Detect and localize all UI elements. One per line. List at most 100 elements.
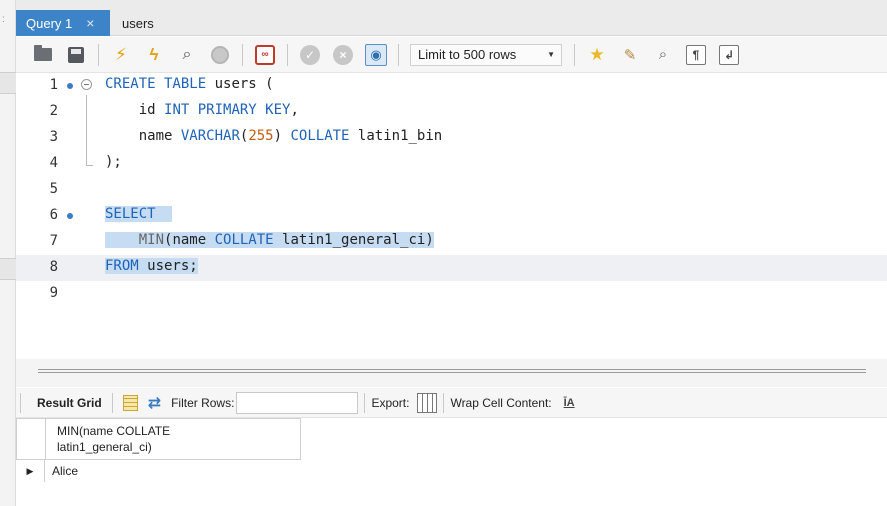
table-cell[interactable]: Alice <box>52 464 78 478</box>
line-number: 6 <box>49 207 58 223</box>
result-toolbar: Result Grid ⇄ Filter Rows: Export: Wrap … <box>16 388 887 418</box>
invisible-chars-icon[interactable]: ¶ <box>685 44 707 66</box>
keyword: VARCHAR <box>180 128 240 144</box>
column-header[interactable]: MIN(name COLLATE latin1_general_ci) <box>57 423 297 455</box>
sql-editor-toolbar: ⚡ ϟ ⌕ ∞ ✓ × ◉ Limit to 500 rows ▼ ★ ✎ ⌕ … <box>16 37 887 73</box>
code-token: , <box>290 102 299 118</box>
number-literal: 255 <box>248 128 274 144</box>
code-line: 3 name VARCHAR(255) COLLATE latin1_bin <box>16 125 887 151</box>
filter-rows-label: Filter Rows: <box>171 395 235 410</box>
find-icon[interactable]: ⌕ <box>652 44 674 66</box>
toolbar-divider <box>574 43 575 66</box>
keyword: FROM <box>105 258 139 274</box>
panel-splitter[interactable] <box>16 359 887 387</box>
code-line: 2 id INT PRIMARY KEY, <box>16 99 887 125</box>
column-header-line: MIN(name COLLATE <box>57 424 171 438</box>
bookmark-icon[interactable]: ★ <box>586 44 608 66</box>
code-token: users ( <box>206 76 274 92</box>
filter-rows-input[interactable] <box>236 391 359 414</box>
result-grid-tab[interactable]: Result Grid <box>27 396 106 410</box>
code-token: (name <box>164 232 215 248</box>
result-grid: MIN(name COLLATE latin1_general_ci) ▶ Al… <box>16 418 887 506</box>
table-row[interactable]: ▶ Alice <box>16 460 301 482</box>
refresh-icon[interactable]: ⇄ <box>148 393 161 413</box>
line-number: 2 <box>49 103 58 119</box>
limit-rows-value: Limit to 500 rows <box>418 47 517 62</box>
keyword: CREATE TABLE <box>105 76 207 92</box>
keyword: SELECT <box>105 206 156 222</box>
keyword: COLLATE <box>290 128 350 144</box>
code-token: name <box>138 128 181 144</box>
column-header-line: latin1_general_ci) <box>57 440 152 454</box>
statement-dot-icon <box>67 213 73 219</box>
line-number: 5 <box>49 181 58 197</box>
side-panel-marker <box>0 258 16 280</box>
fold-toggle-icon[interactable] <box>81 79 92 90</box>
sql-editor[interactable]: 1 CREATE TABLE users ( 2 id INT PRIMARY … <box>16 73 887 359</box>
export-label: Export: <box>371 395 410 410</box>
toggle-error-icon[interactable]: ∞ <box>254 44 276 66</box>
code-line: 7 MIN(name COLLATE latin1_general_ci) <box>16 229 887 255</box>
autocommit-icon[interactable]: ◉ <box>365 43 387 66</box>
code-line: 5 <box>16 177 887 203</box>
tab-bar: Query 1 × users <box>16 0 887 36</box>
grid-view-icon[interactable] <box>122 394 138 411</box>
toolbar-divider <box>242 43 243 66</box>
tab-label: users <box>122 15 154 31</box>
line-number: 3 <box>49 129 58 145</box>
line-number: 7 <box>49 233 58 249</box>
tab-query-1[interactable]: Query 1 × <box>16 10 110 36</box>
code-line: 4 ); <box>16 151 887 177</box>
toolbar-divider <box>111 392 113 413</box>
keyword: COLLATE <box>214 232 274 248</box>
toolbar-divider <box>364 392 366 413</box>
selection: FROM users; <box>105 258 198 274</box>
limit-rows-select[interactable]: Limit to 500 rows ▼ <box>410 43 562 66</box>
selection: SELECT <box>105 206 173 222</box>
execute-icon[interactable]: ⚡ <box>110 44 132 66</box>
explain-icon[interactable]: ⌕ <box>176 44 198 66</box>
code-line: 9 <box>16 281 887 307</box>
code-text: CREATE TABLE users ( <box>105 76 274 92</box>
code-text: ); <box>105 154 122 170</box>
commit-icon[interactable]: ✓ <box>299 44 321 66</box>
code-token: users; <box>138 258 198 274</box>
selection: MIN(name COLLATE latin1_general_ci) <box>105 232 434 248</box>
splitter-handle[interactable] <box>38 369 866 373</box>
code-line: 6 SELECT <box>16 203 887 229</box>
wrap-cell-content-icon[interactable]: ĪA <box>564 397 575 409</box>
beautify-icon[interactable]: ✎ <box>619 44 641 66</box>
code-token: id <box>138 102 165 118</box>
code-text: MIN(name COLLATE latin1_general_ci) <box>105 232 434 248</box>
code-text: id INT PRIMARY KEY, <box>105 102 299 118</box>
code-text: FROM users; <box>105 258 198 274</box>
line-number: 1 <box>49 77 58 93</box>
code-token: latin1_general_ci) <box>273 232 434 248</box>
wrap-cell-content-label: Wrap Cell Content: <box>450 395 552 410</box>
close-tab-icon[interactable]: × <box>86 15 94 31</box>
side-panel-dots: : <box>2 14 5 25</box>
toolbar-divider <box>98 43 99 66</box>
code-text: name VARCHAR(255) COLLATE latin1_bin <box>105 128 443 144</box>
save-icon[interactable] <box>65 44 87 66</box>
export-icon[interactable] <box>417 392 438 413</box>
tab-users[interactable]: users <box>112 10 164 36</box>
grid-header: MIN(name COLLATE latin1_general_ci) <box>16 418 301 460</box>
rollback-icon[interactable]: × <box>332 44 354 66</box>
stop-icon[interactable] <box>209 44 231 66</box>
execute-current-icon[interactable]: ϟ <box>143 44 165 66</box>
code-token: ) <box>273 128 291 144</box>
side-panel-edge: : <box>0 0 16 506</box>
grid-corner <box>17 419 46 459</box>
toolbar-divider <box>287 43 288 66</box>
code-text: SELECT <box>105 206 173 222</box>
open-folder-icon[interactable] <box>32 44 54 66</box>
row-pointer-icon: ▶ <box>16 460 45 482</box>
keyword: INT PRIMARY KEY <box>164 102 291 118</box>
tab-label: Query 1 <box>26 15 73 31</box>
chevron-down-icon: ▼ <box>547 50 555 59</box>
wrap-icon[interactable]: ↲ <box>718 44 740 66</box>
